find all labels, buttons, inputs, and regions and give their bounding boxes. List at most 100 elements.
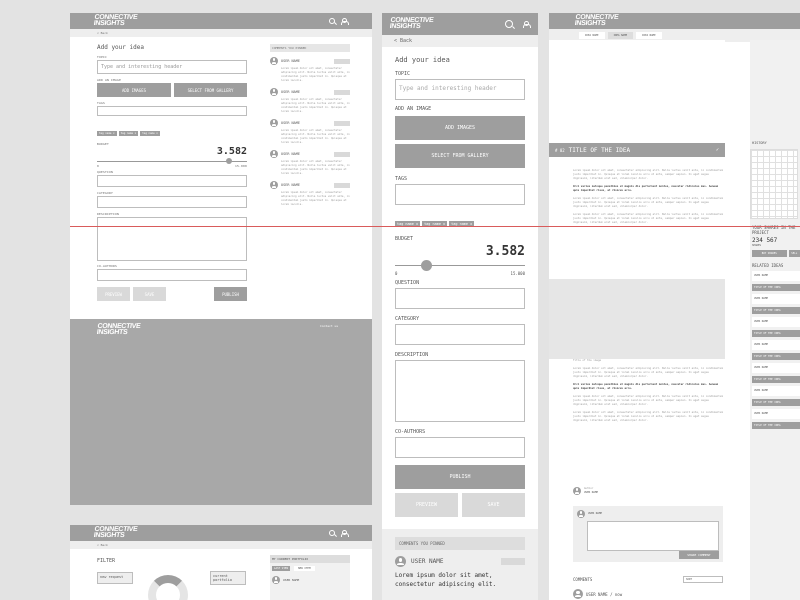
- tab-last-view[interactable]: LAST VIEW: [272, 566, 291, 571]
- sell-shares-button[interactable]: SELL: [788, 250, 800, 257]
- brand-logo[interactable]: CONNECTIVE INSIGHTS: [389, 17, 434, 30]
- sort-select[interactable]: SORT: [683, 576, 723, 583]
- body-text: Lorem ipsum dolor sit amet, consectetur …: [573, 197, 723, 208]
- question-input[interactable]: [395, 288, 525, 309]
- related-idea-user[interactable]: USER NAME: [752, 271, 800, 281]
- tag-chip[interactable]: tag name x: [140, 131, 160, 136]
- publish-button[interactable]: PUBLISH: [214, 287, 247, 301]
- portfolio-user: USER NAME: [283, 578, 300, 582]
- slider-knob[interactable]: [226, 158, 232, 164]
- idea-sidebar: HISTORY YOUR SHARES IN THE PROJECT 234 5…: [750, 40, 800, 600]
- related-idea-title[interactable]: TITLE OF THE IDEA: [752, 399, 800, 406]
- tag-chip[interactable]: tag name x: [97, 131, 117, 136]
- user-icon[interactable]: [341, 17, 349, 25]
- avatar: [270, 57, 278, 65]
- category-input[interactable]: [395, 324, 525, 345]
- shares-unit: SHARES: [752, 244, 762, 247]
- tab-new-item[interactable]: NEW ITEM: [294, 566, 315, 571]
- portfolio-header: MY CURRENT PORTFOLIO: [270, 555, 350, 563]
- related-idea-title[interactable]: TITLE OF THE IDEA: [752, 284, 800, 291]
- related-idea-user[interactable]: USER NAME: [752, 363, 800, 373]
- budget-min: 0: [97, 164, 100, 168]
- tab-idea[interactable]: IDEA NAME: [607, 32, 634, 39]
- coauthors-input[interactable]: [395, 437, 525, 458]
- related-idea-title[interactable]: TITLE OF THE IDEA: [752, 330, 800, 337]
- comment-user: USER NAME: [281, 59, 300, 63]
- select-gallery-button[interactable]: SELECT FROM GALLERY: [174, 83, 247, 97]
- brand-logo[interactable]: CONNECTIVE INSIGHTS: [574, 14, 619, 27]
- avatar: [573, 487, 581, 495]
- filter-new-request[interactable]: new request: [97, 572, 133, 584]
- unpin-button[interactable]: [334, 58, 350, 64]
- related-idea-user[interactable]: USER NAME: [752, 317, 800, 327]
- back-link[interactable]: < Back: [382, 35, 538, 47]
- budget-value: 3.582: [216, 146, 247, 157]
- topic-input[interactable]: Type and interesting header: [97, 60, 247, 74]
- back-link[interactable]: < Back: [70, 29, 372, 37]
- share-comment-button[interactable]: SHARE COMMENT: [679, 551, 719, 559]
- question-input[interactable]: [97, 175, 247, 187]
- pinned-comment: USER NAME Lorem ipsum dolor sit amet, con…: [270, 88, 350, 114]
- user-icon[interactable]: [523, 20, 531, 28]
- comment-input[interactable]: [587, 521, 719, 551]
- back-link[interactable]: < Back: [70, 541, 372, 549]
- related-idea-user[interactable]: USER NAME: [752, 294, 800, 304]
- topic-input[interactable]: Type and interesting header: [395, 79, 525, 100]
- buy-shares-button[interactable]: BUY SHARES: [752, 250, 787, 257]
- filter-current-portfolio[interactable]: current portfolio: [210, 571, 246, 585]
- slider-knob[interactable]: [421, 260, 433, 271]
- save-button[interactable]: SAVE: [133, 287, 166, 301]
- preview-button[interactable]: PREVIEW: [97, 287, 130, 301]
- comment-user: USER NAME: [281, 90, 300, 94]
- tab-idea[interactable]: IDEA NAME: [579, 32, 605, 39]
- related-idea-user[interactable]: USER NAME: [752, 386, 800, 396]
- add-images-button[interactable]: ADD IMAGES: [395, 116, 525, 140]
- tab-idea[interactable]: IDEA NAME: [636, 32, 662, 39]
- select-gallery-button[interactable]: SELECT FROM GALLERY: [395, 144, 525, 168]
- related-idea-title[interactable]: TITLE OF THE IDEA: [752, 307, 800, 314]
- description-input[interactable]: [97, 217, 247, 261]
- related-idea-user[interactable]: USER NAME: [752, 340, 800, 350]
- description-label: DESCRIPTION: [395, 352, 429, 358]
- budget-slider[interactable]: [395, 260, 525, 271]
- unpin-button[interactable]: [334, 89, 350, 95]
- preview-button[interactable]: PREVIEW: [395, 493, 458, 517]
- search-icon[interactable]: [505, 20, 513, 28]
- comments-label: COMMENTS: [573, 577, 593, 582]
- publish-button[interactable]: PUBLISH: [395, 465, 525, 489]
- related-idea-title[interactable]: TITLE OF THE IDEA: [752, 353, 800, 360]
- question-label: QUESTION: [97, 170, 114, 174]
- history-chart: [750, 149, 798, 219]
- pinned-comment: USER NAME Lorem ipsum dolor sit amet, con…: [270, 181, 350, 207]
- brand-logo[interactable]: CONNECTIVE INSIGHTS: [93, 14, 138, 27]
- description-input[interactable]: [395, 360, 525, 422]
- unpin-button[interactable]: [334, 182, 350, 188]
- related-idea-title[interactable]: TITLE OF THE IDEA: [752, 422, 800, 429]
- coauthors-input[interactable]: [97, 269, 247, 281]
- unpin-button[interactable]: [334, 151, 350, 157]
- search-icon[interactable]: [329, 530, 335, 536]
- add-images-button[interactable]: ADD IMAGES: [97, 83, 171, 97]
- avatar: [272, 576, 280, 584]
- search-icon[interactable]: [329, 18, 335, 24]
- avatar: [577, 510, 585, 518]
- question-label: QUESTION: [395, 280, 420, 286]
- tags-input[interactable]: [395, 184, 525, 205]
- comment-user: USER NAME: [588, 512, 603, 515]
- author-name[interactable]: USER NAME: [584, 491, 598, 495]
- related-idea-title[interactable]: TITLE OF THE IDEA: [752, 376, 800, 383]
- topic-label: TOPIC: [97, 55, 108, 59]
- budget-slider[interactable]: [97, 158, 247, 164]
- footer-logo: CONNECTIVE INSIGHTS: [96, 323, 141, 336]
- tags-input[interactable]: [97, 106, 247, 116]
- category-input[interactable]: [97, 196, 247, 208]
- footer-contact[interactable]: Contact us: [320, 324, 338, 328]
- user-icon[interactable]: [341, 529, 349, 537]
- unpin-button[interactable]: [501, 558, 525, 565]
- brand-logo[interactable]: CONNECTIVE INSIGHTS: [93, 526, 138, 539]
- unpin-button[interactable]: [334, 120, 350, 126]
- check-icon[interactable]: ✓: [716, 147, 719, 153]
- related-idea-user[interactable]: USER NAME: [752, 409, 800, 419]
- tag-chip[interactable]: tag name x: [118, 131, 139, 136]
- save-button[interactable]: SAVE: [462, 493, 525, 517]
